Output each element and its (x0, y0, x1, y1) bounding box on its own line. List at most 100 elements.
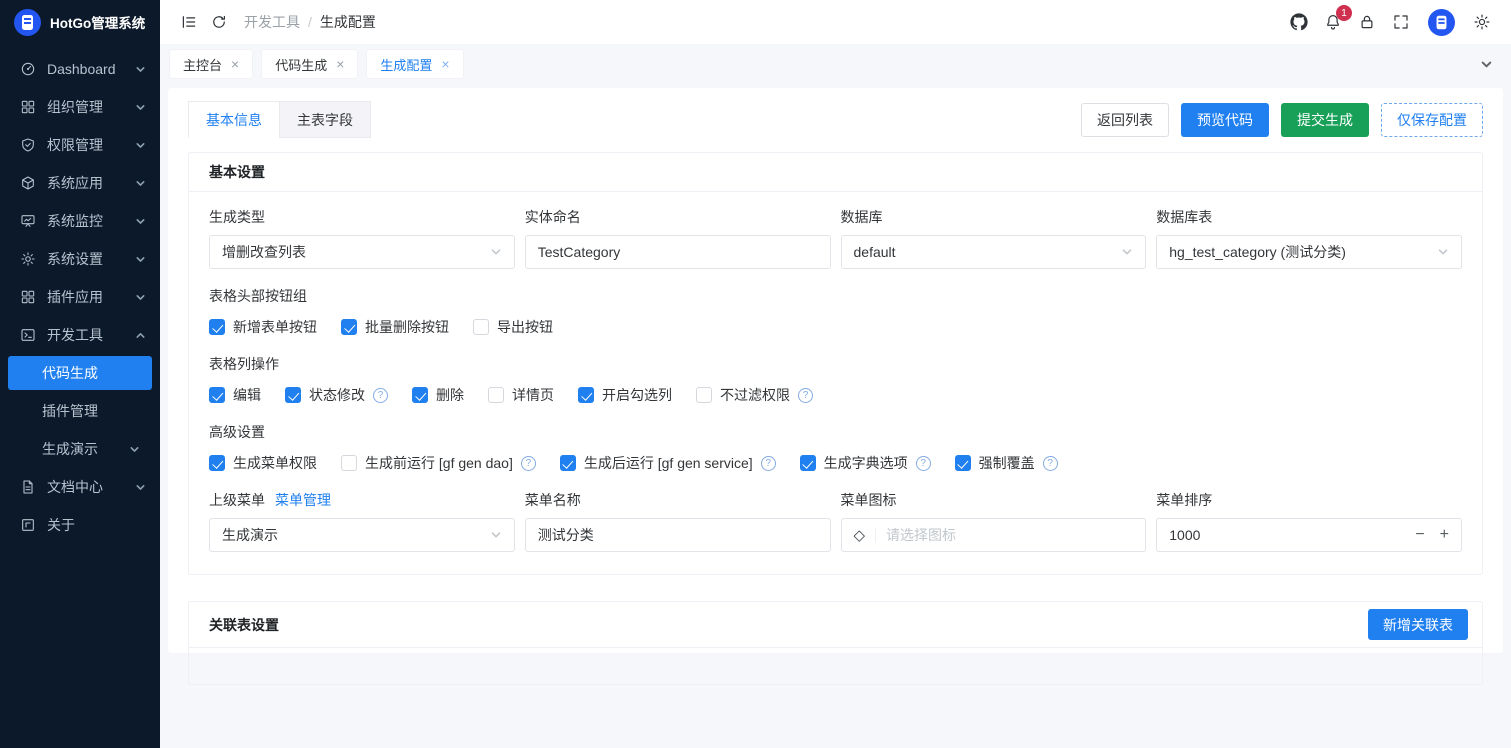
checkbox-run-after-gen[interactable]: 生成后运行 [gf gen service] ? (560, 453, 776, 473)
sidebar-item-code-generate[interactable]: 代码生成 (8, 356, 152, 390)
checkbox-batch-delete-button[interactable]: 批量删除按钮 (341, 317, 449, 337)
help-icon[interactable]: ? (521, 456, 536, 471)
save-config-only-button[interactable]: 仅保存配置 (1381, 103, 1483, 137)
menu-sort-input[interactable] (1169, 527, 1415, 543)
entity-name-input[interactable] (538, 244, 818, 260)
checkbox-export-button[interactable]: 导出按钮 (473, 317, 553, 337)
help-icon[interactable]: ? (761, 456, 776, 471)
checkbox[interactable] (488, 387, 504, 403)
sidebar-menu: Dashboard 组织管理 权限管理 系统应用 系统监控 (0, 44, 160, 544)
checkbox[interactable] (955, 455, 971, 471)
checkbox[interactable] (209, 455, 225, 471)
checkbox-edit[interactable]: 编辑 (209, 385, 261, 405)
chevron-down-icon (129, 444, 140, 455)
sidebar-item-about[interactable]: 关于 (0, 506, 160, 544)
checkbox-gen-menu-permission[interactable]: 生成菜单权限 (209, 453, 317, 473)
main-column: 开发工具 / 生成配置 1 主控台 × (160, 0, 1511, 748)
checkbox[interactable] (800, 455, 816, 471)
checkbox[interactable] (209, 387, 225, 403)
tab-console[interactable]: 主控台 × (170, 50, 252, 78)
parent-menu-select[interactable]: 生成演示 (209, 518, 515, 552)
tab-basic-info[interactable]: 基本信息 (188, 101, 280, 138)
sidebar: HotGo管理系统 Dashboard 组织管理 权限管理 系统应用 (0, 0, 160, 748)
notification-bell-icon[interactable]: 1 (1318, 7, 1348, 37)
chevron-down-icon (135, 292, 146, 303)
database-table-select[interactable]: hg_test_category (测试分类) (1156, 235, 1462, 269)
field-entity-name: 实体命名 (525, 207, 831, 269)
submit-generate-button[interactable]: 提交生成 (1281, 103, 1369, 137)
menu-icon-input[interactable] (886, 527, 1133, 543)
sidebar-item-dashboard[interactable]: Dashboard (0, 50, 160, 88)
plus-icon[interactable]: + (1440, 527, 1449, 543)
org-grid-icon (20, 99, 36, 115)
close-icon[interactable]: × (336, 57, 344, 71)
checkbox-gen-dict-options[interactable]: 生成字典选项 ? (800, 453, 931, 473)
advanced-checks: 生成菜单权限 生成前运行 [gf gen dao] ? 生成后运行 [gf ge… (209, 453, 1462, 473)
close-icon[interactable]: × (231, 57, 239, 71)
gen-type-select[interactable]: 增删改查列表 (209, 235, 515, 269)
back-to-list-button[interactable]: 返回列表 (1081, 103, 1169, 137)
github-icon[interactable] (1284, 7, 1314, 37)
menu-fold-icon[interactable] (174, 7, 204, 37)
checkbox[interactable] (341, 455, 357, 471)
basic-settings-section: 基本设置 生成类型 增删改查列表 (188, 152, 1483, 575)
checkbox[interactable] (696, 387, 712, 403)
help-icon[interactable]: ? (916, 456, 931, 471)
sidebar-item-plugin-manage[interactable]: 插件管理 (0, 392, 160, 430)
checkbox-add-form-button[interactable]: 新增表单按钮 (209, 317, 317, 337)
relation-table-section: 关联表设置 新增关联表 (188, 601, 1483, 685)
checkbox-detail-page[interactable]: 详情页 (488, 385, 554, 405)
sidebar-item-plugins[interactable]: 插件应用 (0, 278, 160, 316)
checkbox[interactable] (341, 319, 357, 335)
checkbox[interactable] (578, 387, 594, 403)
checkbox-status-modify[interactable]: 状态修改 ? (285, 385, 388, 405)
tab-generate-config[interactable]: 生成配置 × (367, 50, 462, 78)
tab-code-generate[interactable]: 代码生成 × (262, 50, 357, 78)
field-menu-sort: 菜单排序 − + (1156, 490, 1462, 552)
checkbox-run-before-gen[interactable]: 生成前运行 [gf gen dao] ? (341, 453, 536, 473)
checkbox-delete[interactable]: 删除 (412, 385, 464, 405)
minus-icon[interactable]: − (1415, 527, 1424, 543)
icon-picker-icon[interactable]: ◇ (854, 528, 877, 543)
sidebar-item-generate-demo[interactable]: 生成演示 (0, 430, 160, 468)
refresh-icon[interactable] (204, 7, 234, 37)
sidebar-item-org[interactable]: 组织管理 (0, 88, 160, 126)
checkbox[interactable] (473, 319, 489, 335)
preview-code-button[interactable]: 预览代码 (1181, 103, 1269, 137)
breadcrumb-current: 生成配置 (320, 12, 376, 32)
chevron-down-icon (135, 102, 146, 113)
checkbox[interactable] (285, 387, 301, 403)
config-card: 基本信息 主表字段 返回列表 预览代码 提交生成 仅保存配置 基本设置 (168, 88, 1503, 653)
checkbox[interactable] (412, 387, 428, 403)
fullscreen-icon[interactable] (1386, 7, 1416, 37)
sidebar-item-permission[interactable]: 权限管理 (0, 126, 160, 164)
checkbox[interactable] (560, 455, 576, 471)
form-row-menu: 上级菜单 菜单管理 生成演示 菜单名称 (209, 490, 1462, 552)
sidebar-item-docs[interactable]: 文档中心 (0, 468, 160, 506)
checkbox-force-overwrite[interactable]: 强制覆盖 ? (955, 453, 1058, 473)
user-avatar[interactable] (1428, 9, 1455, 36)
settings-gear-icon[interactable] (1467, 7, 1497, 37)
menu-name-input[interactable] (538, 527, 818, 543)
sidebar-item-system-monitor[interactable]: 系统监控 (0, 202, 160, 240)
checkbox-enable-selection-column[interactable]: 开启勾选列 (578, 385, 672, 405)
lock-icon[interactable] (1352, 7, 1382, 37)
close-icon[interactable]: × (441, 57, 449, 71)
monitor-chart-icon (20, 213, 36, 229)
checkbox-no-permission-filter[interactable]: 不过滤权限 ? (696, 385, 813, 405)
logo-row[interactable]: HotGo管理系统 (0, 0, 160, 44)
sidebar-item-dev-tools[interactable]: 开发工具 (0, 316, 160, 354)
sidebar-item-system-settings[interactable]: 系统设置 (0, 240, 160, 278)
help-icon[interactable]: ? (373, 388, 388, 403)
database-select[interactable]: default (841, 235, 1147, 269)
menu-manage-link[interactable]: 菜单管理 (275, 490, 331, 510)
tab-main-table-fields[interactable]: 主表字段 (279, 101, 371, 138)
chevron-down-icon (135, 482, 146, 493)
help-icon[interactable]: ? (1043, 456, 1058, 471)
about-icon (20, 517, 36, 533)
add-relation-table-button[interactable]: 新增关联表 (1368, 609, 1468, 640)
tabbar-dropdown-chevron-icon[interactable] (1472, 58, 1501, 71)
sidebar-item-system-app[interactable]: 系统应用 (0, 164, 160, 202)
checkbox[interactable] (209, 319, 225, 335)
help-icon[interactable]: ? (798, 388, 813, 403)
